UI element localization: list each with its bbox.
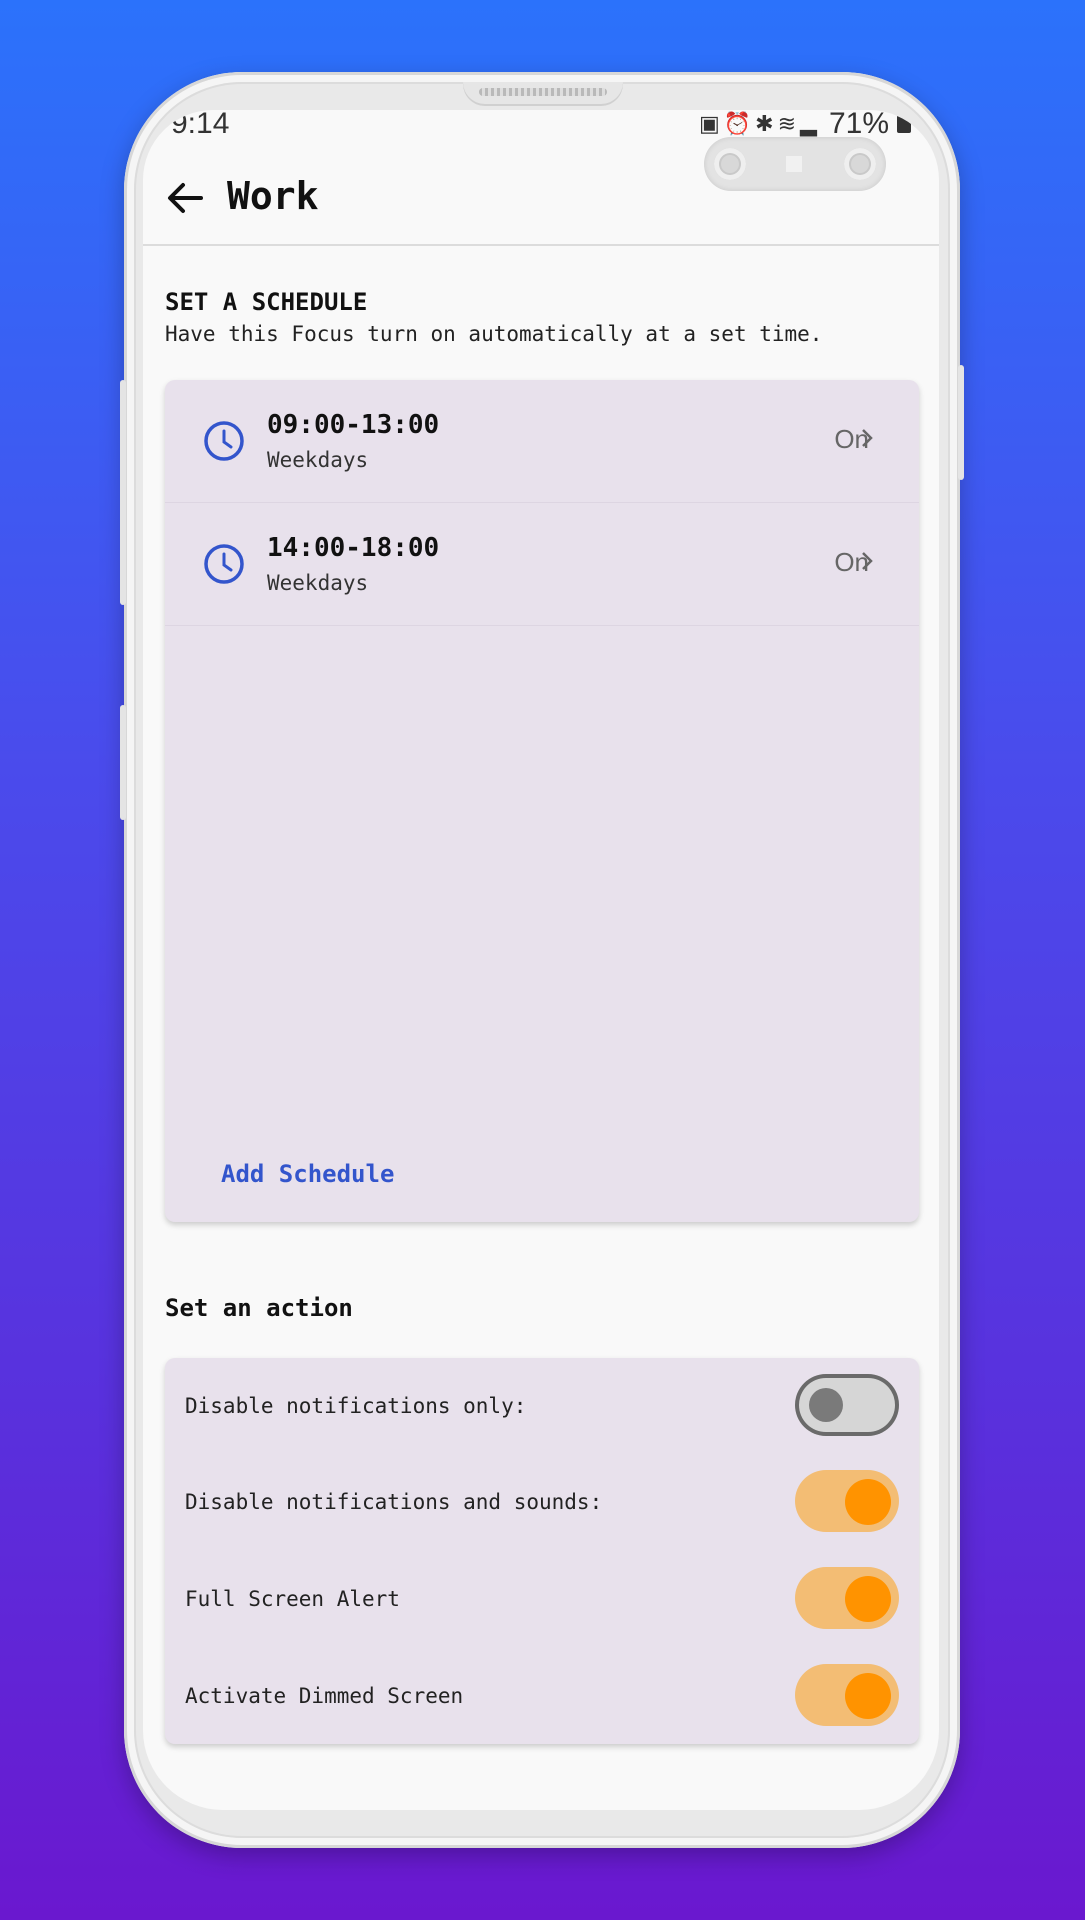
schedule-row[interactable]: 09:00-13:00 Weekdays On [165,380,919,503]
camera-lens [844,148,876,180]
screen: 9:14 ▣⏰✱≋▂ 71% Work SET A SCHEDULE Have … [143,110,939,1810]
full-screen-alert-toggle[interactable] [795,1567,899,1629]
action-row: Activate Dimmed Screen [165,1648,919,1744]
header-divider [143,244,939,246]
status-bar-right: ▣⏰✱≋▂ 71% [698,110,911,140]
toggle-knob [845,1576,891,1622]
action-label: Disable notifications and sounds: [185,1490,603,1514]
chevron-right-icon [862,429,873,447]
power-button [958,365,964,480]
camera-sensor [786,156,802,172]
schedule-days: Weekdays [267,571,369,595]
battery-icon [897,115,911,133]
action-card: Disable notifications only: Disable noti… [165,1358,919,1744]
clock-icon [204,421,244,461]
disable-notifications-sounds-toggle[interactable] [795,1470,899,1532]
schedule-time: 09:00-13:00 [267,410,440,440]
schedule-time: 14:00-18:00 [267,533,440,563]
toggle-knob [809,1388,843,1422]
status-icons: ▣⏰✱≋▂ [698,111,821,136]
bixby-button [120,705,126,820]
action-label: Activate Dimmed Screen [185,1684,464,1708]
camera-lens [714,148,746,180]
page-title: Work [227,174,319,218]
clock-icon [204,544,244,584]
action-row: Disable notifications only: [165,1358,919,1454]
schedule-card: 09:00-13:00 Weekdays On 14:00-18:00 Week… [165,380,919,1222]
earpiece-speaker [463,82,623,104]
front-camera [704,137,886,191]
battery-percent: 71% [828,110,889,140]
action-row: Disable notifications and sounds: [165,1454,919,1550]
action-label: Full Screen Alert [185,1587,400,1611]
toggle-knob [845,1479,891,1525]
schedule-section-subtitle: Have this Focus turn on automatically at… [165,322,823,346]
action-label: Disable notifications only: [185,1394,527,1418]
action-row: Full Screen Alert [165,1551,919,1647]
status-time: 9:14 [171,110,230,140]
schedule-section-title: SET A SCHEDULE [165,288,368,316]
schedule-row[interactable]: 14:00-18:00 Weekdays On [165,503,919,626]
dimmed-screen-toggle[interactable] [795,1664,899,1726]
back-arrow-icon[interactable] [165,178,205,218]
chevron-right-icon [862,552,873,570]
action-section-title: Set an action [165,1294,353,1322]
schedule-days: Weekdays [267,448,369,472]
toggle-knob [845,1673,891,1719]
add-schedule-button[interactable]: Add Schedule [221,1160,394,1188]
volume-button [120,380,126,605]
disable-notifications-toggle[interactable] [795,1374,899,1436]
